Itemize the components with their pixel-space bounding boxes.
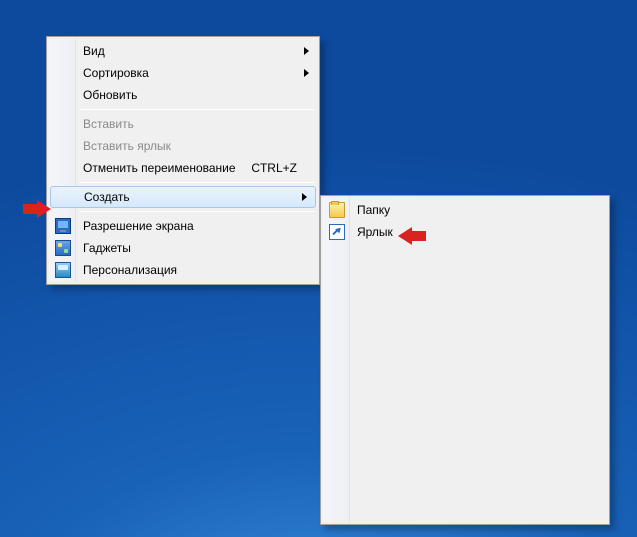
menu-icon-gutter [323,198,350,522]
menu-item-label: Обновить [83,88,297,102]
menu-item-label: Ярлык [357,225,587,239]
menu-separator [80,182,315,183]
menu-item-undo-rename[interactable]: Отменить переименование CTRL+Z [49,157,317,179]
annotation-arrow-right [398,227,426,245]
submenu-arrow-icon [304,69,309,77]
folder-icon [329,202,345,218]
submenu-item-shortcut[interactable]: Ярлык [323,221,607,243]
gadget-icon [55,240,71,256]
menu-separator [80,211,315,212]
menu-item-paste: Вставить [49,113,317,135]
menu-item-label: Персонализация [83,263,297,277]
personalize-icon [55,262,71,278]
menu-item-paste-shortcut: Вставить ярлык [49,135,317,157]
submenu-arrow-icon [304,47,309,55]
menu-item-label: Сортировка [83,66,297,80]
menu-item-sort[interactable]: Сортировка [49,62,317,84]
menu-item-label: Папку [357,203,587,217]
menu-item-label: Вид [83,44,297,58]
menu-item-label: Вставить ярлык [83,139,297,153]
annotation-arrow-left [23,200,51,218]
create-submenu: Папку Ярлык [320,195,610,525]
menu-item-shortcut: CTRL+Z [251,161,297,175]
submenu-arrow-icon [302,193,307,201]
menu-item-gadgets[interactable]: Гаджеты [49,237,317,259]
screen-icon [55,218,71,234]
menu-item-label: Вставить [83,117,297,131]
shortcut-icon [329,224,345,240]
menu-item-personalize[interactable]: Персонализация [49,259,317,281]
menu-item-refresh[interactable]: Обновить [49,84,317,106]
desktop[interactable]: Вид Сортировка Обновить Вставить Вставит… [0,0,637,537]
menu-item-label: Отменить переименование [83,161,239,175]
menu-separator [80,109,315,110]
menu-item-screen-resolution[interactable]: Разрешение экрана [49,215,317,237]
menu-item-label: Создать [84,190,296,204]
menu-item-label: Гаджеты [83,241,297,255]
menu-item-create[interactable]: Создать [50,186,316,208]
menu-item-label: Разрешение экрана [83,219,297,233]
desktop-context-menu: Вид Сортировка Обновить Вставить Вставит… [46,36,320,285]
menu-item-view[interactable]: Вид [49,40,317,62]
submenu-item-folder[interactable]: Папку [323,199,607,221]
